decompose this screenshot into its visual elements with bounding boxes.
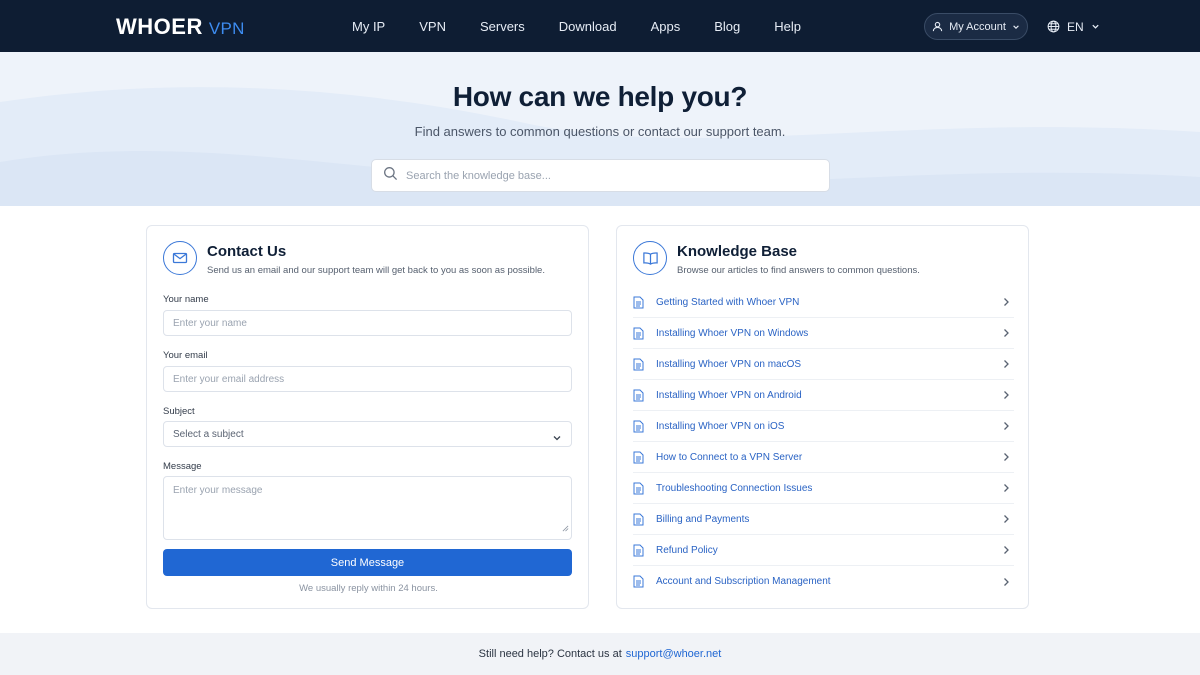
knowledge-search-box[interactable] bbox=[371, 159, 830, 192]
nav-link-blog[interactable]: Blog bbox=[697, 19, 757, 34]
article-link[interactable]: Getting Started with Whoer VPN bbox=[633, 287, 1014, 318]
document-icon bbox=[633, 544, 645, 557]
footer-text: Still need help? Contact us at bbox=[478, 648, 622, 660]
article-title: Account and Subscription Management bbox=[656, 576, 831, 587]
page-subtitle: Find answers to common questions or cont… bbox=[414, 124, 786, 139]
contact-title: Contact Us bbox=[207, 243, 287, 260]
nav-link-apps[interactable]: Apps bbox=[634, 19, 698, 34]
article-link[interactable]: Refund Policy bbox=[633, 535, 1014, 566]
chevron-right-icon bbox=[1002, 483, 1010, 493]
article-list: Getting Started with Whoer VPN Installin… bbox=[633, 287, 1014, 597]
article-link[interactable]: Billing and Payments bbox=[633, 504, 1014, 535]
top-navbar: WHOER VPN My IP VPN Servers Download App… bbox=[0, 0, 1200, 52]
article-link[interactable]: Installing Whoer VPN on Windows bbox=[633, 318, 1014, 349]
language-selector[interactable]: EN bbox=[1047, 18, 1100, 35]
document-icon bbox=[633, 420, 645, 433]
article-link[interactable]: Installing Whoer VPN on macOS bbox=[633, 349, 1014, 380]
article-title: How to Connect to a VPN Server bbox=[656, 451, 803, 463]
article-title: Getting Started with Whoer VPN bbox=[656, 296, 800, 308]
hero-section: How can we help you? Find answers to com… bbox=[0, 52, 1200, 206]
document-icon bbox=[633, 451, 645, 464]
article-link[interactable]: Account and Subscription Management bbox=[633, 566, 1014, 597]
nav-link-servers[interactable]: Servers bbox=[463, 19, 542, 34]
document-icon bbox=[633, 389, 645, 402]
document-icon bbox=[633, 575, 645, 588]
article-link[interactable]: How to Connect to a VPN Server bbox=[633, 442, 1014, 473]
knowledge-base-title: Knowledge Base bbox=[677, 243, 798, 260]
footer-help-bar: Still need help? Contact us at support@w… bbox=[0, 633, 1200, 675]
search-input[interactable] bbox=[406, 169, 806, 182]
nav-link-my-ip[interactable]: My IP bbox=[335, 19, 402, 34]
nav-link-vpn[interactable]: VPN bbox=[402, 19, 463, 34]
chevron-down-icon bbox=[552, 430, 562, 448]
article-title: Billing and Payments bbox=[656, 513, 750, 525]
chevron-right-icon bbox=[1002, 545, 1010, 555]
contact-subtitle: Send us an email and our support team wi… bbox=[207, 265, 545, 276]
chevron-down-icon bbox=[1091, 22, 1100, 31]
my-account-button[interactable]: My Account bbox=[924, 13, 1028, 40]
article-link[interactable]: Installing Whoer VPN on Android bbox=[633, 380, 1014, 411]
contact-card: Contact Us Send us an email and our supp… bbox=[146, 225, 589, 609]
subject-selected-value: Select a subject bbox=[173, 429, 244, 440]
subject-select[interactable]: Select a subject bbox=[163, 421, 572, 447]
message-textarea[interactable] bbox=[164, 477, 571, 539]
chevron-right-icon bbox=[1002, 421, 1010, 431]
article-link[interactable]: Installing Whoer VPN on iOS bbox=[633, 411, 1014, 442]
document-icon bbox=[633, 482, 645, 495]
mail-icon bbox=[163, 241, 197, 275]
name-field[interactable] bbox=[163, 310, 572, 336]
page-title: How can we help you? bbox=[452, 81, 748, 112]
send-message-button[interactable]: Send Message bbox=[163, 549, 572, 576]
resize-handle-icon[interactable] bbox=[562, 519, 569, 537]
name-input[interactable] bbox=[164, 311, 571, 335]
nav-link-download[interactable]: Download bbox=[542, 19, 634, 34]
chevron-down-icon bbox=[1012, 23, 1020, 31]
support-email-link[interactable]: support@whoer.net bbox=[626, 648, 722, 660]
email-input[interactable] bbox=[164, 367, 571, 391]
email-label: Your email bbox=[163, 350, 208, 361]
name-label: Your name bbox=[163, 294, 209, 305]
knowledge-base-subtitle: Browse our articles to find answers to c… bbox=[677, 265, 920, 276]
message-label: Message bbox=[163, 461, 202, 472]
article-title: Installing Whoer VPN on Windows bbox=[656, 327, 809, 339]
nav-link-help[interactable]: Help bbox=[757, 19, 818, 34]
article-title: Installing Whoer VPN on iOS bbox=[656, 420, 785, 432]
email-field[interactable] bbox=[163, 366, 572, 392]
message-field[interactable] bbox=[163, 476, 572, 540]
user-icon bbox=[932, 21, 943, 32]
chevron-right-icon bbox=[1002, 514, 1010, 524]
document-icon bbox=[633, 327, 645, 340]
article-title: Troubleshooting Connection Issues bbox=[656, 482, 813, 494]
article-title: Installing Whoer VPN on macOS bbox=[656, 358, 802, 370]
book-icon bbox=[633, 241, 667, 275]
nav-links: My IP VPN Servers Download Apps Blog Hel… bbox=[335, 0, 818, 52]
article-title: Refund Policy bbox=[656, 544, 718, 556]
chevron-right-icon bbox=[1002, 328, 1010, 338]
chevron-right-icon bbox=[1002, 390, 1010, 400]
reply-time-note: We usually reply within 24 hours. bbox=[299, 583, 438, 594]
article-link[interactable]: Troubleshooting Connection Issues bbox=[633, 473, 1014, 504]
language-label: EN bbox=[1067, 19, 1084, 34]
subject-label: Subject bbox=[163, 406, 195, 417]
document-icon bbox=[633, 358, 645, 371]
chevron-right-icon bbox=[1002, 577, 1010, 587]
chevron-right-icon bbox=[1002, 452, 1010, 462]
my-account-label: My Account bbox=[949, 20, 1006, 33]
main-content: Contact Us Send us an email and our supp… bbox=[0, 206, 1200, 633]
logo-text: WHOER bbox=[116, 14, 203, 39]
knowledge-base-card: Knowledge Base Browse our articles to fi… bbox=[616, 225, 1029, 609]
document-icon bbox=[633, 513, 645, 526]
logo[interactable]: WHOER VPN bbox=[116, 14, 245, 39]
article-title: Installing Whoer VPN on Android bbox=[656, 389, 802, 401]
globe-icon bbox=[1047, 20, 1060, 33]
logo-vpn-text: VPN bbox=[208, 19, 245, 38]
document-icon bbox=[633, 296, 645, 309]
search-icon bbox=[383, 166, 398, 186]
chevron-right-icon bbox=[1002, 359, 1010, 369]
chevron-right-icon bbox=[1002, 297, 1010, 307]
